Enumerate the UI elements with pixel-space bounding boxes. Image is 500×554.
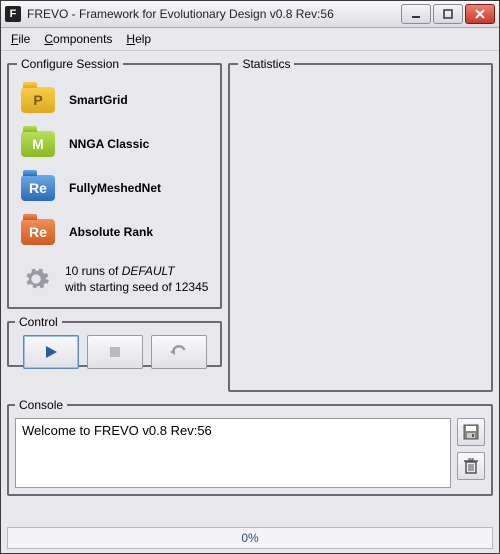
configure-session-panel: Configure Session P SmartGrid M NNGA Cla… <box>7 57 222 309</box>
menu-file[interactable]: File <box>11 32 30 46</box>
folder-icon: P <box>21 87 55 113</box>
menubar: File Components Help <box>1 28 499 51</box>
folder-icon: Re <box>21 175 55 201</box>
trash-icon <box>464 458 478 474</box>
session-item-representation[interactable]: Re FullyMeshedNet <box>21 175 208 201</box>
app-icon: F <box>5 6 21 22</box>
statistics-panel: Statistics <box>228 57 493 392</box>
session-item-label: FullyMeshedNet <box>69 181 161 195</box>
session-item-label: NNGA Classic <box>69 137 149 151</box>
save-console-button[interactable] <box>457 418 485 446</box>
progress-bar: 0% <box>7 527 493 549</box>
folder-icon: M <box>21 131 55 157</box>
session-item-method[interactable]: M NNGA Classic <box>21 131 208 157</box>
titlebar[interactable]: F FREVO - Framework for Evolutionary Des… <box>1 1 499 28</box>
content-area: Configure Session P SmartGrid M NNGA Cla… <box>1 51 499 527</box>
menu-help[interactable]: Help <box>126 32 151 46</box>
app-window: F FREVO - Framework for Evolutionary Des… <box>0 0 500 554</box>
replay-button[interactable] <box>151 335 207 369</box>
play-button[interactable] <box>23 335 79 369</box>
gear-icon <box>21 264 51 294</box>
session-runs[interactable]: 10 runs of DEFAULT with starting seed of… <box>21 263 208 295</box>
minimize-button[interactable] <box>401 4 431 24</box>
runs-text: 10 runs of DEFAULT with starting seed of… <box>65 263 208 295</box>
statistics-legend: Statistics <box>238 57 294 71</box>
console-panel: Console Welcome to FREVO v0.8 Rev:56 <box>7 398 493 496</box>
configure-session-legend: Configure Session <box>17 57 123 71</box>
control-legend: Control <box>15 315 62 329</box>
console-output[interactable]: Welcome to FREVO v0.8 Rev:56 <box>15 418 451 488</box>
session-item-ranking[interactable]: Re Absolute Rank <box>21 219 208 245</box>
maximize-button[interactable] <box>433 4 463 24</box>
console-legend: Console <box>15 398 67 412</box>
stop-button[interactable] <box>87 335 143 369</box>
progress-text: 0% <box>241 531 258 545</box>
window-title: FREVO - Framework for Evolutionary Desig… <box>27 7 401 21</box>
save-icon <box>463 424 479 440</box>
session-item-problem[interactable]: P SmartGrid <box>21 87 208 113</box>
folder-icon: Re <box>21 219 55 245</box>
control-panel: Control <box>7 315 222 367</box>
session-item-label: Absolute Rank <box>69 225 153 239</box>
menu-components[interactable]: Components <box>44 32 112 46</box>
session-item-label: SmartGrid <box>69 93 128 107</box>
clear-console-button[interactable] <box>457 452 485 480</box>
close-button[interactable] <box>465 4 495 24</box>
